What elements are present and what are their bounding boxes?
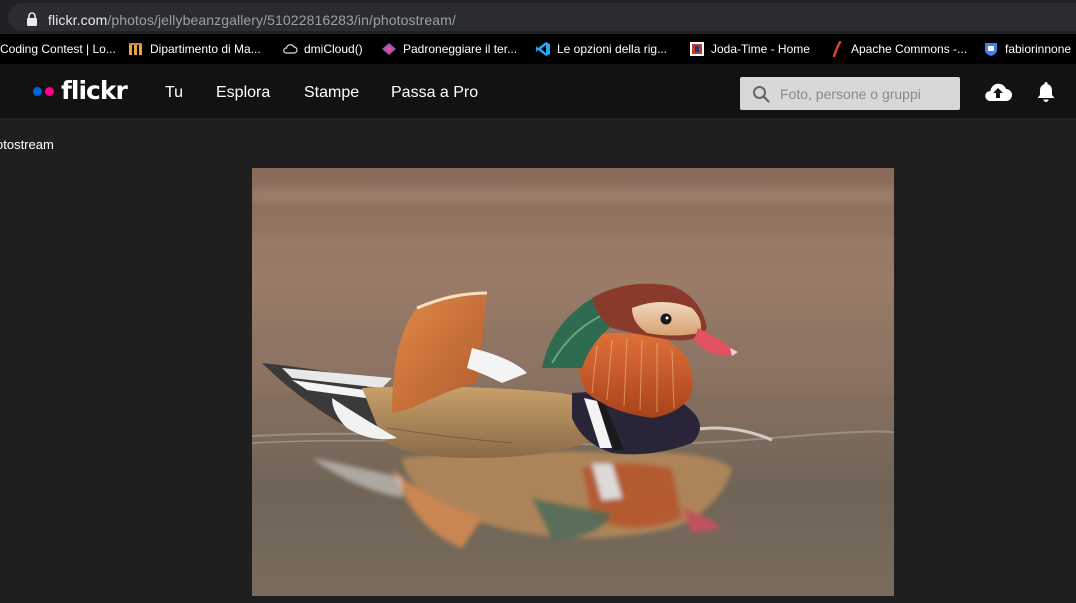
bookmark-apache-commons[interactable]: Apache Commons -... <box>829 34 967 64</box>
bookmark-padroneggiare[interactable]: Padroneggiare il ter... <box>381 34 517 64</box>
notifications-bell-icon[interactable] <box>1035 80 1057 104</box>
joda-icon <box>689 41 705 57</box>
bookmark-label: dmiCloud() <box>304 42 363 56</box>
url-text: flickr.com/photos/jellybeanzgallery/5102… <box>48 12 456 28</box>
flickr-navbar: flickr Tu Esplora Stampe Passa a Pro <box>0 64 1076 118</box>
logo-blue-dot <box>33 86 42 96</box>
flickr-logo[interactable]: flickr <box>33 76 128 105</box>
bookmark-dipartimento[interactable]: Dipartimento di Ma... <box>128 34 261 64</box>
search-box[interactable] <box>740 77 960 110</box>
bookmark-label: Padroneggiare il ter... <box>403 42 518 56</box>
nav-link-stampe[interactable]: Stampe <box>304 84 359 102</box>
url-path: /photos/jellybeanzgallery/51022816283/in… <box>107 12 456 28</box>
bookmark-label: Apache Commons -... <box>851 42 968 56</box>
url-field[interactable]: flickr.com/photos/jellybeanzgallery/5102… <box>8 3 1076 31</box>
nav-link-tu[interactable]: Tu <box>165 84 183 102</box>
photostream-breadcrumb[interactable]: otostream <box>0 137 54 152</box>
mandarin-duck-image <box>252 168 894 596</box>
bookmark-le-opzioni[interactable]: Le opzioni della rig... <box>535 34 667 64</box>
logo-wordmark: flickr <box>61 76 128 105</box>
bookmark-joda-time[interactable]: Joda-Time - Home <box>689 34 810 64</box>
nav-link-passa-a-pro[interactable]: Passa a Pro <box>391 84 478 102</box>
feather-icon <box>829 41 845 57</box>
unimi-icon <box>128 41 144 57</box>
bookmark-dmicloud[interactable]: dmiCloud() <box>282 34 363 64</box>
diamond-icon <box>381 41 397 57</box>
bookmark-label: fabiorinnone <box>1005 42 1072 56</box>
vscode-icon <box>535 41 551 57</box>
search-icon <box>753 86 770 103</box>
bookmark-label: Joda-Time - Home <box>711 42 810 56</box>
lock-icon <box>27 12 37 26</box>
shield-icon <box>983 41 999 57</box>
upload-cloud-icon[interactable] <box>983 80 1013 102</box>
cloud-icon <box>282 41 298 57</box>
search-input[interactable] <box>780 77 956 110</box>
bookmarks-bar: Coding Contest | Lo... Dipartimento di M… <box>0 34 1076 64</box>
bookmark-coding-contest[interactable]: Coding Contest | Lo... <box>0 34 116 64</box>
bookmark-label: Coding Contest | Lo... <box>0 42 116 56</box>
browser-address-bar: flickr.com/photos/jellybeanzgallery/5102… <box>0 0 1076 34</box>
url-host: flickr.com <box>48 12 108 28</box>
logo-pink-dot <box>45 86 54 96</box>
bookmark-fabiorinnone[interactable]: fabiorinnone <box>983 34 1071 64</box>
main-photo[interactable] <box>252 168 894 596</box>
bookmark-label: Le opzioni della rig... <box>557 42 668 56</box>
nav-link-esplora[interactable]: Esplora <box>216 84 270 102</box>
bookmark-label: Dipartimento di Ma... <box>150 42 261 56</box>
